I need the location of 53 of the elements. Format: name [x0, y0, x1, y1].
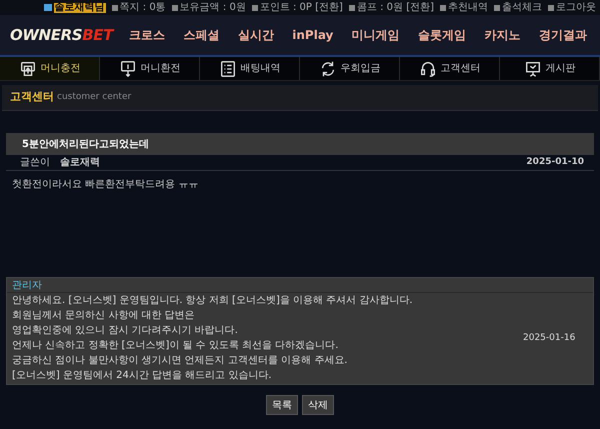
nav-link[interactable]: inPlay [292, 26, 334, 44]
top-bar-link[interactable]: 보유금액 : 0원 [180, 2, 246, 12]
reply-line: 회원님께서 문의하신 사항에 대한 답변은 [12, 310, 196, 321]
top-bar-link[interactable]: 출석체크 [502, 2, 542, 12]
top-bar-link[interactable]: 콤프 : 0원 [전환] [356, 2, 434, 12]
nav-link[interactable]: 크로스 [129, 26, 166, 44]
card-icon [18, 60, 36, 78]
author-label: 글쓴이 [20, 156, 50, 170]
nav-link[interactable]: 미니게임 [352, 26, 400, 44]
top-bar-link[interactable]: 추천내역 [448, 2, 488, 12]
nav-link[interactable]: 스페셜 [184, 26, 220, 44]
sub-nav-tab[interactable]: 우회입금 [300, 57, 400, 80]
bullet-icon [348, 4, 355, 10]
sub-nav-tab[interactable]: 고객센터 [400, 57, 500, 80]
headset-icon [418, 60, 436, 78]
reply-line: 안녕하세요. [오너스벳] 운영팀입니다. 항상 저희 [오너스벳]을 이용해 주셔서 감사합니다. [12, 296, 414, 306]
bullet-icon [172, 4, 178, 10]
user-icon [44, 4, 52, 11]
top-bar-link[interactable]: 포인트 : 0P [전환] [260, 2, 343, 12]
author-name: 솔로재력 [60, 156, 100, 170]
reply-line: 궁금하신 점이나 불만사항이 생기시면 언제든지 고객센터를 이용해 주세요. [12, 356, 348, 366]
post-title: 5분안에처리된다고되었는데 [6, 133, 594, 155]
bullet-icon [440, 4, 446, 10]
list-icon [218, 60, 236, 78]
sub-nav-tab[interactable]: 배팅내역 [200, 57, 300, 80]
nav-link[interactable]: 실시간 [238, 26, 274, 44]
user-name[interactable]: 솔로재력님 [54, 2, 106, 12]
nav-link[interactable]: 경기결과 [538, 26, 587, 44]
sub-nav-tab[interactable]: 게시판 [500, 57, 600, 80]
action-button[interactable]: 삭제 [302, 395, 334, 415]
section-subtitle: customer center [57, 90, 132, 104]
money-icon [118, 60, 136, 78]
sub-nav-tab[interactable]: 머니환전 [100, 57, 200, 80]
reply-author: 관리자 [7, 278, 593, 293]
reply-line: 영업확인중에 있으니 잠시 기다려주시기 바랍니다. [12, 326, 239, 336]
nav-link[interactable]: 슬롯게임 [418, 26, 466, 44]
reply-date: 2025-01-16 [523, 332, 576, 345]
reply-line: [오너스벳] 운영팀에서 24시간 답변을 해드리고 있습니다. [12, 371, 273, 382]
bullet-icon [112, 4, 118, 10]
reply-line: 언제나 신속하고 정확한 [오너스벳]이 될 수 있도록 최선을 다하겠습니다. [12, 341, 340, 352]
top-bar-link[interactable]: 로그아웃 [556, 2, 596, 12]
bullet-icon [494, 4, 500, 10]
bullet-icon [252, 4, 258, 10]
nav-link[interactable]: 카지노 [484, 26, 520, 44]
post-body: 첫환전이라서요 빠른환전부탁드려용 ㅠㅠ [11, 178, 200, 192]
post-date: 2025-01-10 [526, 156, 584, 169]
bullet-icon [548, 4, 554, 10]
top-bar-link[interactable]: 쪽지 : 0통 [120, 2, 166, 12]
section-title: 고객센터 [10, 89, 54, 106]
logo[interactable]: OWNERSBET [0, 28, 120, 42]
action-button[interactable]: 목록 [266, 395, 298, 415]
sub-nav-tab[interactable]: 머니충전 [0, 57, 100, 80]
board-icon [524, 60, 542, 78]
